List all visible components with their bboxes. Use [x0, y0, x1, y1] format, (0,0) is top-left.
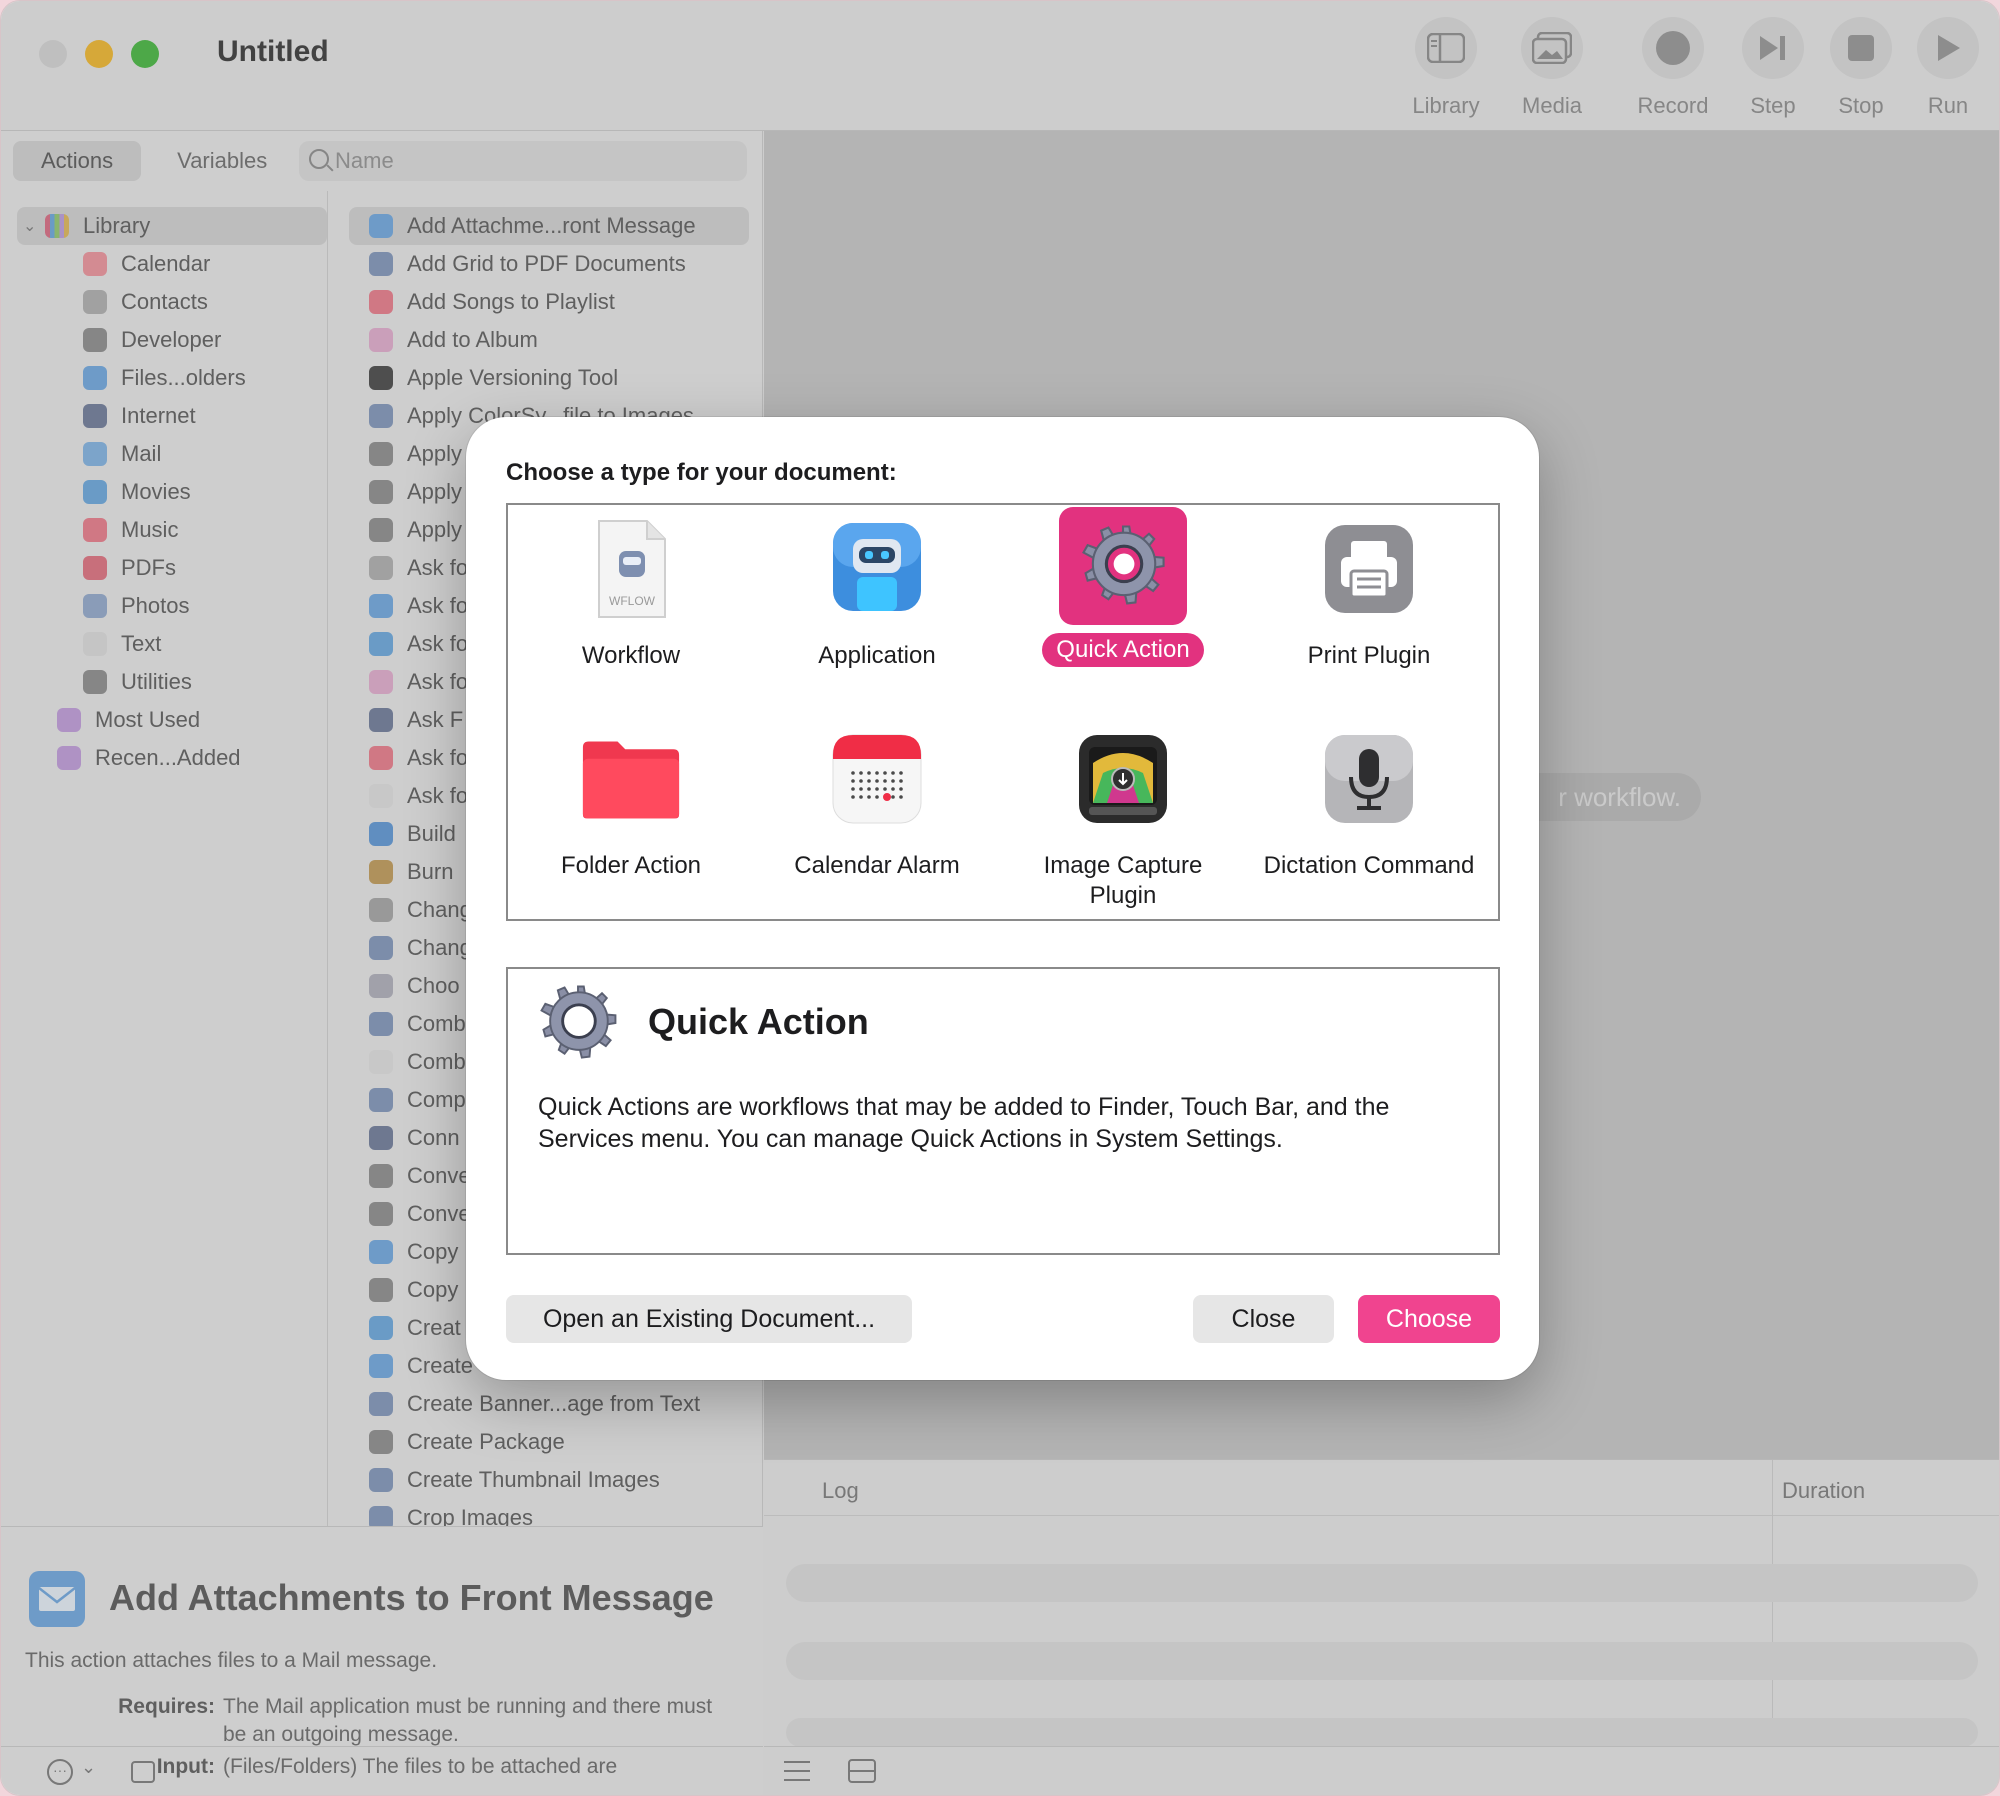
microphone-icon — [1319, 729, 1419, 829]
dialog-title: Choose a type for your document: — [506, 459, 897, 486]
selected-type-title: Quick Action — [648, 1001, 869, 1042]
type-folder-action[interactable]: Folder Action — [508, 729, 754, 883]
svg-text:WFLOW: WFLOW — [609, 594, 656, 608]
gear-icon — [1059, 507, 1187, 625]
calendar-day-dot — [899, 771, 903, 775]
calendar-day-dot — [859, 771, 863, 775]
gear-icon — [530, 975, 626, 1071]
calendar-day-dot — [899, 787, 903, 791]
calendar-day-dot — [891, 787, 895, 791]
calendar-day-dot — [851, 771, 855, 775]
close-button[interactable]: Close — [1193, 1295, 1334, 1343]
type-application[interactable]: Application — [754, 519, 1000, 673]
choose-button[interactable]: Choose — [1358, 1295, 1500, 1343]
folder-icon — [581, 729, 681, 829]
calendar-day-dot — [851, 779, 855, 783]
calendar-day-dot — [899, 779, 903, 783]
calendar-day-dot — [859, 787, 863, 791]
calendar-icon — [827, 729, 927, 829]
automator-window: Untitled Library Media Record Step Stop — [0, 0, 2000, 1796]
type-workflow[interactable]: WFLOW Workflow — [508, 519, 754, 673]
type-description-box: Quick Action Quick Actions are workflows… — [506, 967, 1500, 1255]
automator-robot-icon — [827, 519, 927, 619]
calendar-day-dot — [859, 795, 863, 799]
selected-type-description: Quick Actions are workflows that may be … — [538, 1093, 1390, 1153]
calendar-day-dot — [867, 787, 871, 791]
type-calendar-alarm[interactable]: Calendar Alarm — [754, 729, 1000, 883]
calendar-day-dot — [875, 771, 879, 775]
image-capture-icon — [1073, 729, 1173, 829]
calendar-day-dot — [851, 787, 855, 791]
calendar-day-dot — [867, 795, 871, 799]
type-image-capture-plugin[interactable]: Image Capture Plugin — [1000, 729, 1246, 913]
calendar-day-dot — [851, 795, 855, 799]
open-existing-document-button[interactable]: Open an Existing Document... — [506, 1295, 912, 1343]
calendar-day-dot — [891, 779, 895, 783]
calendar-day-dot — [891, 795, 895, 799]
calendar-day-dot — [899, 795, 903, 799]
printer-icon — [1319, 519, 1419, 619]
calendar-day-dot — [883, 779, 887, 783]
calendar-day-dot — [883, 787, 887, 791]
calendar-day-dot — [891, 771, 895, 775]
calendar-day-dot — [867, 779, 871, 783]
type-quick-action[interactable]: Quick Action — [1000, 507, 1246, 667]
document-type-dialog: Choose a type for your document: WFLOW W… — [466, 417, 1539, 1380]
workflow-file-icon: WFLOW — [581, 519, 681, 619]
calendar-day-dot — [875, 779, 879, 783]
type-dictation-command[interactable]: Dictation Command — [1246, 729, 1492, 883]
calendar-day-dot — [875, 787, 879, 791]
calendar-day-dot — [883, 771, 887, 775]
calendar-day-dot — [875, 795, 879, 799]
calendar-day-dot — [859, 779, 863, 783]
document-type-grid: WFLOW Workflow Application Quick Action … — [506, 503, 1500, 921]
type-print-plugin[interactable]: Print Plugin — [1246, 519, 1492, 673]
calendar-day-dot — [867, 771, 871, 775]
